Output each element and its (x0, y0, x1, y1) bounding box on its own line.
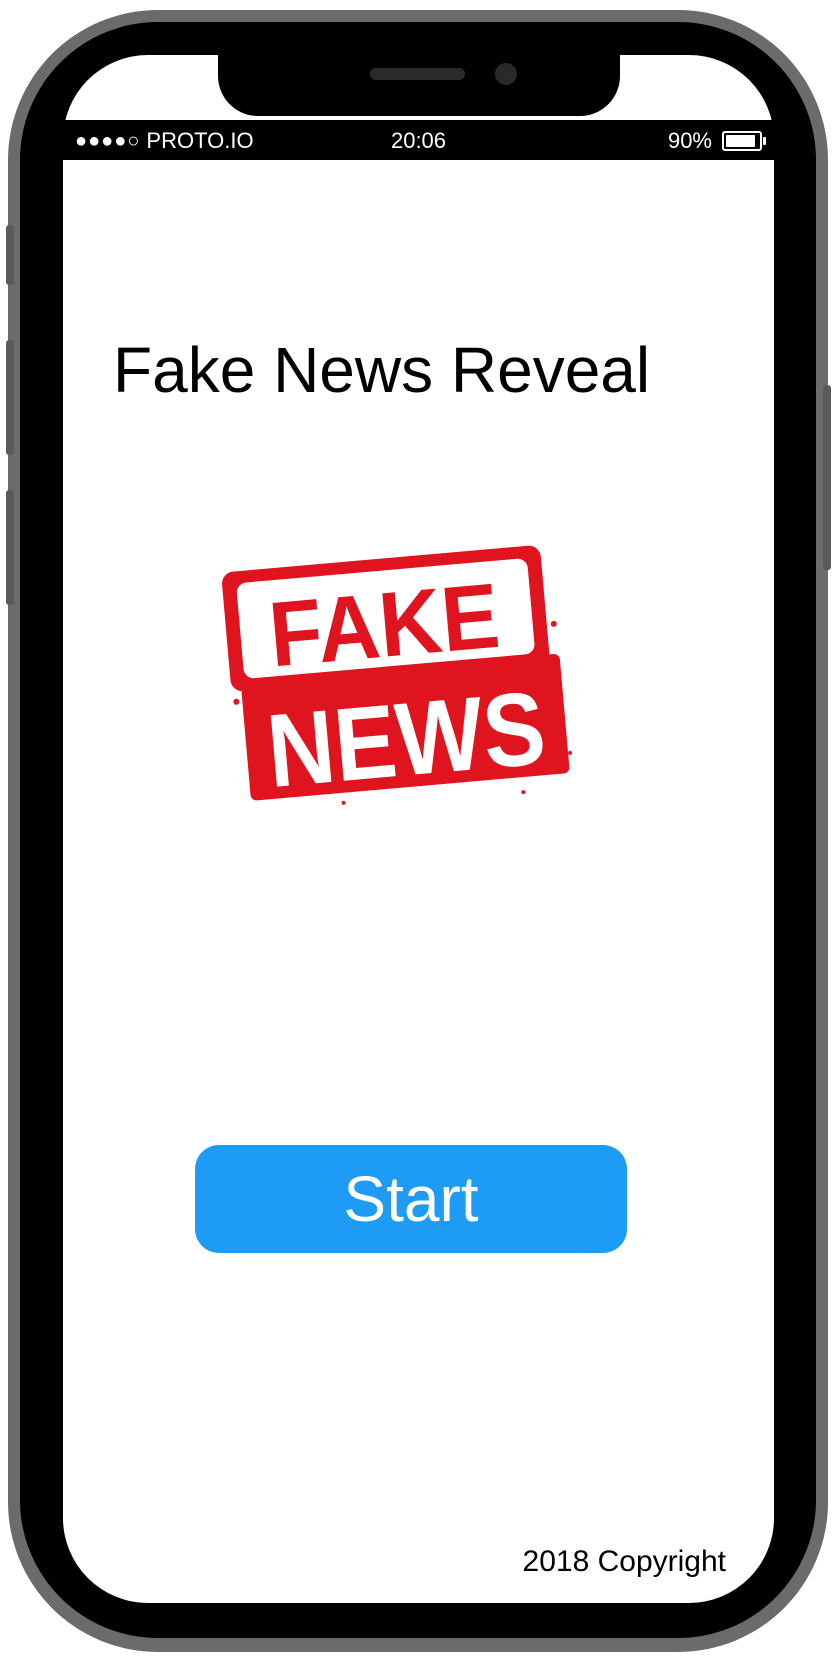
copyright-text: 2018 Copyright (522, 1545, 726, 1578)
speaker-grille (370, 68, 465, 80)
logo-text-news: NEWS (263, 670, 550, 810)
side-button-volume-up (6, 340, 14, 455)
notch (218, 50, 620, 116)
logo-speck (568, 750, 573, 755)
side-button-mute (6, 225, 14, 285)
battery-icon (722, 131, 766, 151)
logo-speck (521, 790, 526, 795)
fake-news-logo: FAKE NEWS (222, 545, 573, 810)
front-camera (495, 63, 517, 85)
side-button-power (823, 385, 831, 570)
status-right: 90% (667, 128, 766, 154)
start-button[interactable]: Start (195, 1145, 627, 1253)
logo-speck (550, 620, 557, 627)
battery-percent: 90% (667, 128, 712, 153)
logo-text-fake: FAKE (265, 565, 503, 687)
logo-speck (233, 698, 240, 705)
status-bar: ●●●●○ PROTO.IO 20:06 90% (63, 120, 774, 160)
app-title: Fake News Reveal (113, 334, 651, 406)
battery-fill (726, 135, 755, 147)
screen (63, 55, 774, 1603)
side-button-volume-down (6, 490, 14, 605)
